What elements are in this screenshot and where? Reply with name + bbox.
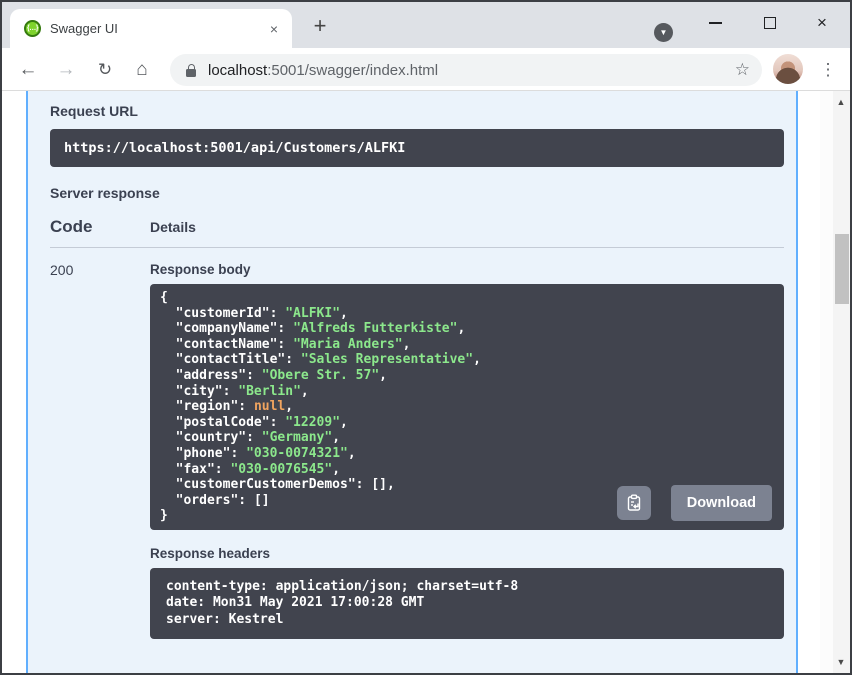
- response-row: 200 Response body { "customerId": "ALFKI…: [50, 262, 784, 639]
- home-icon[interactable]: ⌂: [128, 56, 156, 84]
- tab-search-button[interactable]: ▼: [654, 23, 673, 42]
- profile-avatar[interactable]: [773, 54, 803, 84]
- response-body-block: { "customerId": "ALFKI", "companyName": …: [150, 284, 784, 530]
- request-url-bar: https://localhost:5001/api/Customers/ALF…: [50, 129, 784, 167]
- chevron-down-icon: ▼: [660, 29, 668, 37]
- page-viewport: Request URL https://localhost:5001/api/C…: [2, 91, 850, 673]
- minimize-button[interactable]: [695, 2, 735, 44]
- code-column-header: Code: [50, 217, 150, 237]
- forward-icon[interactable]: →: [52, 56, 80, 84]
- browser-tab[interactable]: {…} Swagger UI ×: [10, 9, 292, 48]
- address-bar[interactable]: localhost :5001/swagger/index.html ☆: [170, 54, 762, 86]
- scrollbar: ▲ ▼: [820, 91, 850, 673]
- response-headers-block: content-type: application/json; charset=…: [150, 568, 784, 640]
- table-divider: [50, 247, 784, 248]
- back-icon[interactable]: ←: [14, 56, 42, 84]
- window-close-button[interactable]: ×: [802, 2, 842, 44]
- url-host: localhost: [208, 62, 267, 79]
- tab-close-icon[interactable]: ×: [266, 21, 282, 37]
- refresh-icon[interactable]: ↻: [91, 56, 119, 84]
- copy-to-clipboard-button[interactable]: [617, 486, 651, 520]
- request-url-value: https://localhost:5001/api/Customers/ALF…: [64, 140, 405, 156]
- response-table-header: Code Details: [50, 217, 784, 237]
- swagger-logo-icon: {…}: [24, 20, 41, 37]
- tab-strip: {…} Swagger UI × + ▼ ×: [2, 2, 850, 48]
- new-tab-button[interactable]: +: [305, 12, 335, 42]
- scrollbar-track[interactable]: [833, 91, 850, 673]
- download-button[interactable]: Download: [671, 485, 772, 521]
- request-url-label: Request URL: [50, 103, 784, 119]
- url-path: :5001/swagger/index.html: [267, 62, 727, 79]
- browser-menu-icon[interactable]: ⋮: [814, 56, 842, 84]
- browser-window: {…} Swagger UI × + ▼ × ← → ↻ ⌂ localhost…: [0, 0, 852, 675]
- lock-icon: [186, 64, 196, 77]
- details-column-header: Details: [150, 219, 196, 235]
- swagger-operation-panel: Request URL https://localhost:5001/api/C…: [26, 91, 798, 673]
- scrollbar-thumb[interactable]: [835, 234, 849, 304]
- minimize-icon: [709, 22, 722, 24]
- bookmark-star-icon[interactable]: ☆: [727, 60, 750, 80]
- scroll-up-icon[interactable]: ▲: [834, 97, 848, 107]
- status-code: 200: [50, 262, 150, 639]
- tab-title: Swagger UI: [50, 21, 266, 36]
- response-headers-label: Response headers: [150, 546, 784, 561]
- clipboard-icon: [625, 494, 643, 512]
- maximize-icon: [764, 17, 776, 29]
- server-response-label: Server response: [50, 185, 784, 201]
- scroll-down-icon[interactable]: ▼: [834, 657, 848, 667]
- browser-toolbar: ← → ↻ ⌂ localhost :5001/swagger/index.ht…: [2, 48, 850, 91]
- response-body-label: Response body: [150, 262, 784, 277]
- maximize-button[interactable]: [750, 2, 790, 44]
